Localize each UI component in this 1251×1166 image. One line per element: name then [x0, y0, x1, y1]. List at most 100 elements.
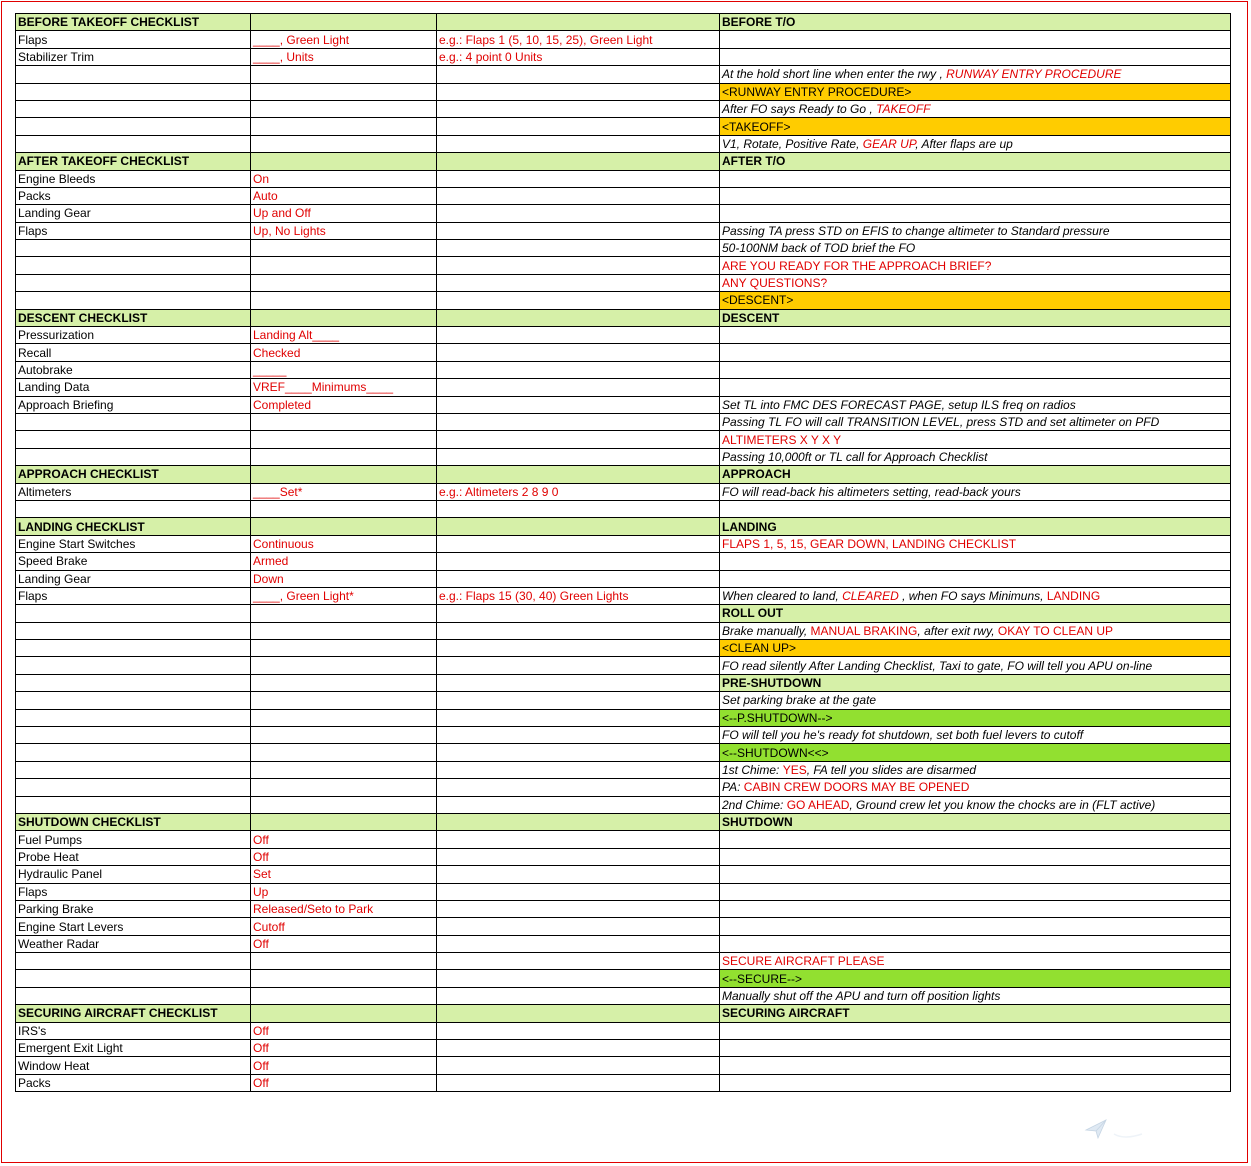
item-name: [15, 760, 251, 780]
item-example: [436, 708, 720, 728]
header-spacer: [436, 1004, 720, 1023]
section-title: AFTER TAKEOFF CHECKLIST: [15, 152, 251, 171]
item-name: IRS's: [15, 1021, 251, 1041]
item-value: [250, 499, 437, 519]
item-value: [250, 273, 437, 293]
item-value: Landing Alt____: [250, 326, 437, 345]
item-name: Flaps: [15, 586, 251, 606]
item-value: [250, 795, 437, 814]
note-text: Passing TA press STD on EFIS to change a…: [722, 223, 1110, 238]
item-value: Cutoff: [250, 917, 437, 936]
item-value: [250, 986, 437, 1006]
section-header-row: LANDING CHECKLIST LANDING: [15, 517, 1231, 536]
section-title: SECURING AIRCRAFT CHECKLIST: [15, 1004, 251, 1023]
table-row: V1, Rotate, Positive Rate, GEAR UP, Afte…: [15, 134, 1231, 154]
item-name: [15, 117, 251, 136]
procedure-note: PRE-SHUTDOWN: [719, 673, 1231, 693]
note-text: 50-100NM back of TOD brief the FO: [722, 241, 916, 256]
procedure-note: FLAPS 1, 5, 15, GEAR DOWN, LANDING CHECK…: [719, 534, 1231, 554]
item-name: Approach Briefing: [15, 395, 251, 414]
procedure-note: [719, 1021, 1231, 1041]
table-row: <--SECURE-->: [15, 969, 1231, 988]
item-example: e.g.: Flaps 15 (30, 40) Green Lights: [436, 586, 720, 606]
table-row: Fuel Pumps Off: [15, 830, 1231, 849]
table-row: <DESCENT>: [15, 291, 1231, 310]
item-name: [15, 621, 251, 641]
paper-plane-icon: [1084, 1119, 1143, 1140]
note-text: SECURING AIRCRAFT: [722, 1006, 850, 1021]
section-title: LANDING CHECKLIST: [15, 517, 251, 536]
procedure-note: [719, 899, 1231, 919]
item-value: [250, 65, 437, 84]
item-name: Flaps: [15, 882, 251, 901]
note-text: , when FO says Minimuns,: [898, 589, 1047, 604]
procedure-note: [719, 204, 1231, 223]
item-value: Up: [250, 882, 437, 901]
item-example: [436, 360, 720, 380]
item-value: [250, 134, 437, 154]
item-value: Off: [250, 1073, 437, 1093]
table-row: <CLEAN UP>: [15, 639, 1231, 658]
item-value: ____, Units: [250, 47, 437, 67]
item-value: [250, 743, 437, 762]
table-row: PA: CABIN CREW DOORS MAY BE OPENED: [15, 778, 1231, 797]
procedure-note: ALTIMETERS X Y X Y: [719, 430, 1231, 449]
table-row: Emergent Exit Light Off: [15, 1039, 1231, 1058]
header-spacer: [250, 12, 437, 32]
item-name: [15, 447, 251, 467]
item-name: [15, 430, 251, 449]
callout-text: GEAR UP: [862, 136, 916, 151]
checklist-table: BEFORE TAKEOFF CHECKLIST BEFORE T/O Flaps _…: [15, 12, 1231, 1093]
item-name: Packs: [15, 1073, 251, 1093]
procedure-note: <TAKEOFF>: [719, 117, 1231, 136]
procedure-note: [719, 47, 1231, 67]
table-row: Set parking brake at the gate: [15, 691, 1231, 710]
item-name: Weather Radar: [15, 934, 251, 954]
item-name: Engine Start Levers: [15, 917, 251, 936]
procedure-note: [719, 847, 1231, 867]
note-text: , FA tell you slides are disarmed: [806, 762, 977, 777]
procedure-note: At the hold short line when enter the rw…: [719, 65, 1231, 84]
item-name: Stabilizer Trim: [15, 47, 251, 67]
item-name: Autobrake: [15, 360, 251, 380]
table-row: Window Heat Off: [15, 1056, 1231, 1075]
item-name: [15, 604, 251, 623]
item-name: Landing Data: [15, 378, 251, 397]
table-row: <RUNWAY ENTRY PROCEDURE>: [15, 82, 1231, 101]
section-header-row: SECURING AIRCRAFT CHECKLIST SECURING AIRC…: [15, 1004, 1231, 1023]
procedure-note: ROLL OUT: [719, 604, 1231, 623]
item-name: [15, 743, 251, 762]
header-spacer: [436, 812, 720, 832]
item-example: [436, 986, 720, 1006]
procedure-note: <--SECURE-->: [719, 969, 1231, 988]
table-row: Brake manually, MANUAL BRAKING, after ex…: [15, 621, 1231, 641]
item-example: [436, 673, 720, 693]
table-row: Engine Start Levers Cutoff: [15, 917, 1231, 936]
table-row: ARE YOU READY FOR THE APPROACH BRIEF?: [15, 256, 1231, 275]
item-value: [250, 656, 437, 675]
callout-text: SECURE AIRCRAFT PLEASE: [722, 954, 885, 969]
table-row: Probe Heat Off: [15, 847, 1231, 867]
item-example: [436, 899, 720, 919]
table-row: Parking Brake Released/Seto to Park: [15, 899, 1231, 919]
table-row: FO will tell you he's ready fot shutdown…: [15, 726, 1231, 745]
section-title: DESCENT CHECKLIST: [15, 308, 251, 328]
note-text: <CLEAN UP>: [722, 641, 797, 656]
item-example: [436, 569, 720, 588]
item-name: [15, 691, 251, 710]
item-name: [15, 708, 251, 728]
header-spacer: [250, 465, 437, 484]
note-text: ROLL OUT: [722, 606, 784, 621]
note-text: <TAKEOFF>: [722, 119, 791, 134]
procedure-note: [719, 499, 1231, 519]
item-name: Packs: [15, 186, 251, 206]
note-text: LANDING: [722, 519, 777, 534]
section-header-row: BEFORE TAKEOFF CHECKLIST BEFORE T/O: [15, 12, 1231, 32]
procedure-note: After FO says Ready to Go , TAKEOFF: [719, 99, 1231, 119]
note-text: FO will tell you he's ready fot shutdown…: [722, 728, 1084, 743]
note-text: Passing 10,000ft or TL call for Approach…: [722, 449, 988, 464]
procedure-note: Passing TA press STD on EFIS to change a…: [719, 221, 1231, 241]
table-row: After FO says Ready to Go , TAKEOFF: [15, 99, 1231, 119]
table-row: Landing Gear Up and Off: [15, 204, 1231, 223]
table-row: IRS's Off: [15, 1021, 1231, 1041]
